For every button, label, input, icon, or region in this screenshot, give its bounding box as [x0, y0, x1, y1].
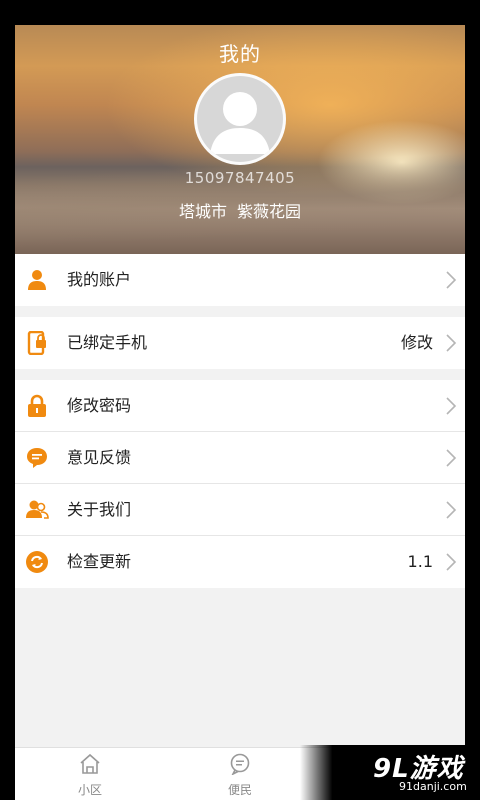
- chevron-right-icon: [446, 271, 457, 289]
- chevron-right-icon: [446, 501, 457, 519]
- people-icon: [26, 500, 49, 519]
- menu-item-check-update[interactable]: 检查更新 1.1: [15, 536, 465, 588]
- my-profile-screen: 我的 15097847405 塔城市 紫薇花园 我的账户 已绑定手机 修改 修改…: [15, 25, 465, 747]
- avatar[interactable]: [194, 73, 286, 165]
- tab-convenience[interactable]: 便民: [180, 748, 300, 800]
- menu-item-label: 意见反馈: [67, 448, 132, 467]
- profile-header: 我的 15097847405 塔城市 紫薇花园: [15, 25, 465, 254]
- watermark-logo: 9L游戏 91danji.com: [300, 745, 480, 800]
- menu-item-label: 检查更新: [67, 552, 132, 571]
- home-icon: [80, 753, 100, 774]
- menu-item-label: 我的账户: [67, 270, 132, 289]
- person-icon: [28, 270, 46, 290]
- phone-lock-icon: [27, 331, 46, 355]
- tab-label: 便民: [227, 783, 252, 797]
- message-icon: [230, 753, 250, 775]
- menu-item-label: 修改密码: [67, 396, 132, 415]
- menu-item-label: 已绑定手机: [67, 333, 148, 352]
- menu-item-feedback[interactable]: 意见反馈: [15, 432, 465, 484]
- menu-item-change-password[interactable]: 修改密码: [15, 380, 465, 432]
- menu-item-label: 关于我们: [67, 500, 132, 519]
- app-version: 1.1: [407, 552, 433, 571]
- city-label: 塔城市: [178, 202, 227, 221]
- user-location: 塔城市 紫薇花园: [15, 198, 465, 222]
- menu-item-account[interactable]: 我的账户: [15, 254, 465, 306]
- tab-community[interactable]: 小区: [30, 748, 150, 800]
- watermark-url: 91danji.com: [399, 780, 467, 793]
- chevron-right-icon: [446, 397, 457, 415]
- refresh-icon: [26, 551, 48, 573]
- default-avatar-icon: [210, 92, 270, 154]
- chat-bubble-icon: [27, 448, 47, 468]
- status-bar: [0, 0, 480, 25]
- chevron-right-icon: [446, 449, 457, 467]
- lock-icon: [28, 394, 46, 417]
- menu-item-bound-phone[interactable]: 已绑定手机 修改: [15, 317, 465, 369]
- chevron-right-icon: [446, 334, 457, 352]
- menu-item-about-us[interactable]: 关于我们: [15, 484, 465, 536]
- chevron-right-icon: [446, 553, 457, 571]
- modify-phone-link[interactable]: 修改: [401, 317, 433, 369]
- tab-label: 小区: [77, 783, 102, 797]
- user-phone-number: 15097847405: [184, 169, 296, 187]
- community-label: 紫薇花园: [237, 202, 302, 221]
- page-title: 我的: [219, 42, 261, 66]
